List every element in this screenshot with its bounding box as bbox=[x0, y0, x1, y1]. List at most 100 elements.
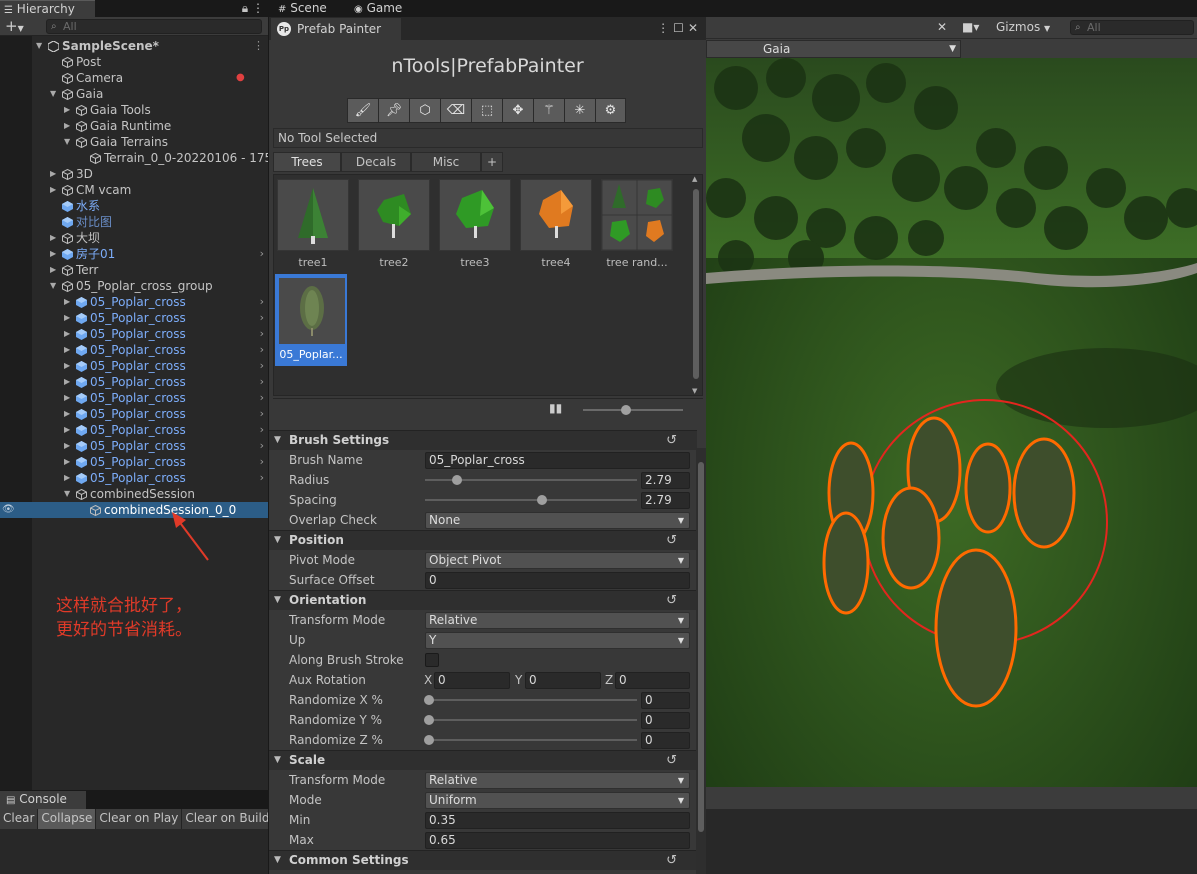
bar-chart-icon[interactable]: ▮▮ bbox=[549, 401, 562, 415]
spacing-field[interactable]: 2.79 bbox=[641, 492, 690, 509]
hierarchy-item[interactable]: ▶ 房子01 › bbox=[32, 246, 268, 262]
hierarchy-item[interactable]: ▶ 大坝 bbox=[32, 230, 268, 246]
open-prefab-icon[interactable]: › bbox=[260, 454, 264, 470]
hierarchy-item[interactable]: ▶ 05_Poplar_cross › bbox=[32, 438, 268, 454]
collapse-arrow-icon[interactable]: ▶ bbox=[64, 438, 70, 454]
collapse-arrow-icon[interactable]: ▶ bbox=[64, 454, 70, 470]
tab-scene[interactable]: # Scene bbox=[278, 0, 327, 17]
up-dropdown[interactable]: Y ▼ bbox=[425, 632, 690, 649]
prefab-tile-tree2[interactable]: tree2 bbox=[358, 179, 430, 272]
scatter-icon[interactable]: ✳ bbox=[564, 98, 595, 123]
along-stroke-checkbox[interactable] bbox=[425, 653, 439, 667]
hierarchy-item[interactable]: ▶ 05_Poplar_cross › bbox=[32, 390, 268, 406]
open-prefab-icon[interactable]: › bbox=[260, 438, 264, 454]
scale-min-field[interactable]: 0.35 bbox=[425, 812, 690, 829]
hierarchy-item[interactable]: ▶ Gaia Tools bbox=[32, 102, 268, 118]
open-prefab-icon[interactable]: › bbox=[260, 326, 264, 342]
prefab-tile-tree3[interactable]: tree3 bbox=[439, 179, 511, 272]
collapse-arrow-icon[interactable]: ▶ bbox=[64, 342, 70, 358]
tools-icon[interactable]: ✕ bbox=[937, 17, 947, 38]
hierarchy-item[interactable]: ▼ 05_Poplar_cross_group bbox=[32, 278, 268, 294]
hierarchy-item[interactable]: ▼ combinedSession bbox=[32, 486, 268, 502]
hierarchy-item[interactable]: 对比图 bbox=[32, 214, 268, 230]
randomize-z-knob[interactable] bbox=[424, 735, 434, 745]
scale-header[interactable]: ▼ Scale ↺ bbox=[269, 750, 697, 770]
scale-max-field[interactable]: 0.65 bbox=[425, 832, 690, 849]
hierarchy-item[interactable]: ▶ 05_Poplar_cross › bbox=[32, 422, 268, 438]
randomize-x-knob[interactable] bbox=[424, 695, 434, 705]
pivot-dropdown[interactable]: Object Pivot ▼ bbox=[425, 552, 690, 569]
tab-misc[interactable]: Misc bbox=[411, 152, 481, 172]
aux-z-field[interactable]: 0 bbox=[615, 672, 690, 689]
open-prefab-icon[interactable]: › bbox=[260, 390, 264, 406]
visibility-eye-icon[interactable]: 👁︎ bbox=[2, 502, 15, 518]
collapse-arrow-icon[interactable]: ▶ bbox=[64, 470, 70, 486]
randomize-y-knob[interactable] bbox=[424, 715, 434, 725]
open-prefab-icon[interactable]: › bbox=[260, 342, 264, 358]
expand-arrow-icon[interactable]: ▼ bbox=[64, 134, 70, 150]
tab-prefab-painter[interactable]: Pp Prefab Painter bbox=[271, 18, 401, 40]
hierarchy-item[interactable]: ▶ 05_Poplar_cross › bbox=[32, 310, 268, 326]
expand-arrow-icon[interactable]: ▼ bbox=[50, 278, 56, 294]
camera-dropdown[interactable]: Gaia ▼ bbox=[706, 40, 961, 58]
hierarchy-item[interactable]: ▶ 05_Poplar_cross › bbox=[32, 406, 268, 422]
brush-icon[interactable]: 🖌︎ bbox=[347, 98, 378, 123]
prefab-tile-tree1[interactable]: tree1 bbox=[277, 179, 349, 272]
collapse-arrow-icon[interactable]: ▶ bbox=[64, 358, 70, 374]
tab-game[interactable]: ◉ Game bbox=[354, 0, 402, 17]
tab-decals[interactable]: Decals bbox=[341, 152, 411, 172]
randomize-y-slider[interactable] bbox=[425, 719, 637, 721]
randomize-y-field[interactable]: 0 bbox=[641, 712, 690, 729]
open-prefab-icon[interactable]: › bbox=[260, 470, 264, 486]
collapse-arrow-icon[interactable]: ▶ bbox=[64, 294, 70, 310]
collapse-arrow-icon[interactable]: ▶ bbox=[50, 166, 56, 182]
collapse-button[interactable]: Collapse bbox=[38, 809, 97, 829]
hierarchy-item[interactable]: ▶ CM vcam bbox=[32, 182, 268, 198]
more-menu-icon[interactable]: ⋮ bbox=[657, 21, 673, 35]
open-prefab-icon[interactable]: › bbox=[260, 310, 264, 326]
reset-icon[interactable]: ↺ bbox=[666, 591, 677, 610]
collapse-arrow-icon[interactable]: ▶ bbox=[64, 374, 70, 390]
expand-arrow-icon[interactable]: ▼ bbox=[50, 86, 56, 102]
expand-arrow-icon[interactable]: ▼ bbox=[64, 486, 70, 502]
hierarchy-item[interactable]: ▶ Terr bbox=[32, 262, 268, 278]
hierarchy-item[interactable]: ▼ SampleScene* ⋮ bbox=[32, 38, 268, 54]
hierarchy-item[interactable]: ▼ Gaia bbox=[32, 86, 268, 102]
magic-wand-icon[interactable]: ⚚ bbox=[533, 98, 564, 123]
add-button[interactable]: +▼ bbox=[5, 17, 24, 38]
radius-knob[interactable] bbox=[452, 475, 462, 485]
brush-settings-header[interactable]: ▼ Brush Settings ↺ bbox=[269, 430, 697, 450]
gizmos-dropdown[interactable]: Gizmos ▼ bbox=[996, 17, 1050, 39]
hierarchy-search-input[interactable]: ⌕ All bbox=[46, 19, 262, 34]
orientation-transform-dropdown[interactable]: Relative ▼ bbox=[425, 612, 690, 629]
spacing-slider[interactable] bbox=[425, 499, 637, 501]
hierarchy-item[interactable]: ▶ Gaia Runtime bbox=[32, 118, 268, 134]
settings-scrollbar[interactable] bbox=[696, 448, 706, 874]
orientation-header[interactable]: ▼ Orientation ↺ bbox=[269, 590, 697, 610]
hierarchy-item[interactable]: ▶ 05_Poplar_cross › bbox=[32, 374, 268, 390]
scene-search-input[interactable]: ⌕ All bbox=[1070, 20, 1194, 35]
spacing-knob[interactable] bbox=[537, 495, 547, 505]
collapse-arrow-icon[interactable]: ▶ bbox=[64, 422, 70, 438]
hierarchy-item[interactable]: ▶ 05_Poplar_cross › bbox=[32, 358, 268, 374]
tab-trees[interactable]: Trees bbox=[273, 152, 341, 172]
tab-hierarchy[interactable]: ☰ Hierarchy bbox=[0, 0, 95, 17]
lock-icon[interactable]: 🔒︎ bbox=[242, 1, 248, 15]
pin-icon[interactable]: 📌︎ bbox=[378, 98, 409, 123]
prefab-tile-poplar[interactable]: 05_Poplar... bbox=[275, 274, 347, 366]
select-icon[interactable]: ⬚ bbox=[471, 98, 502, 123]
clear-on-build-button[interactable]: Clear on Build bbox=[182, 809, 274, 829]
scale-mode-dropdown[interactable]: Uniform ▼ bbox=[425, 792, 690, 809]
hierarchy-item[interactable]: Post bbox=[32, 54, 268, 70]
expand-arrow-icon[interactable]: ▼ bbox=[36, 38, 42, 54]
aux-y-field[interactable]: 0 bbox=[525, 672, 601, 689]
prefab-tile-tree4[interactable]: tree4 bbox=[520, 179, 592, 272]
position-header[interactable]: ▼ Position ↺ bbox=[269, 530, 697, 550]
open-prefab-icon[interactable]: › bbox=[260, 374, 264, 390]
hierarchy-item[interactable]: ▶ 3D bbox=[32, 166, 268, 182]
hierarchy-item[interactable]: ▼ Gaia Terrains bbox=[32, 134, 268, 150]
prefab-tile-tree-random[interactable]: tree rand... bbox=[601, 179, 673, 272]
collapse-arrow-icon[interactable]: ▶ bbox=[50, 246, 56, 262]
randomize-z-field[interactable]: 0 bbox=[641, 732, 690, 749]
aux-x-field[interactable]: 0 bbox=[434, 672, 510, 689]
